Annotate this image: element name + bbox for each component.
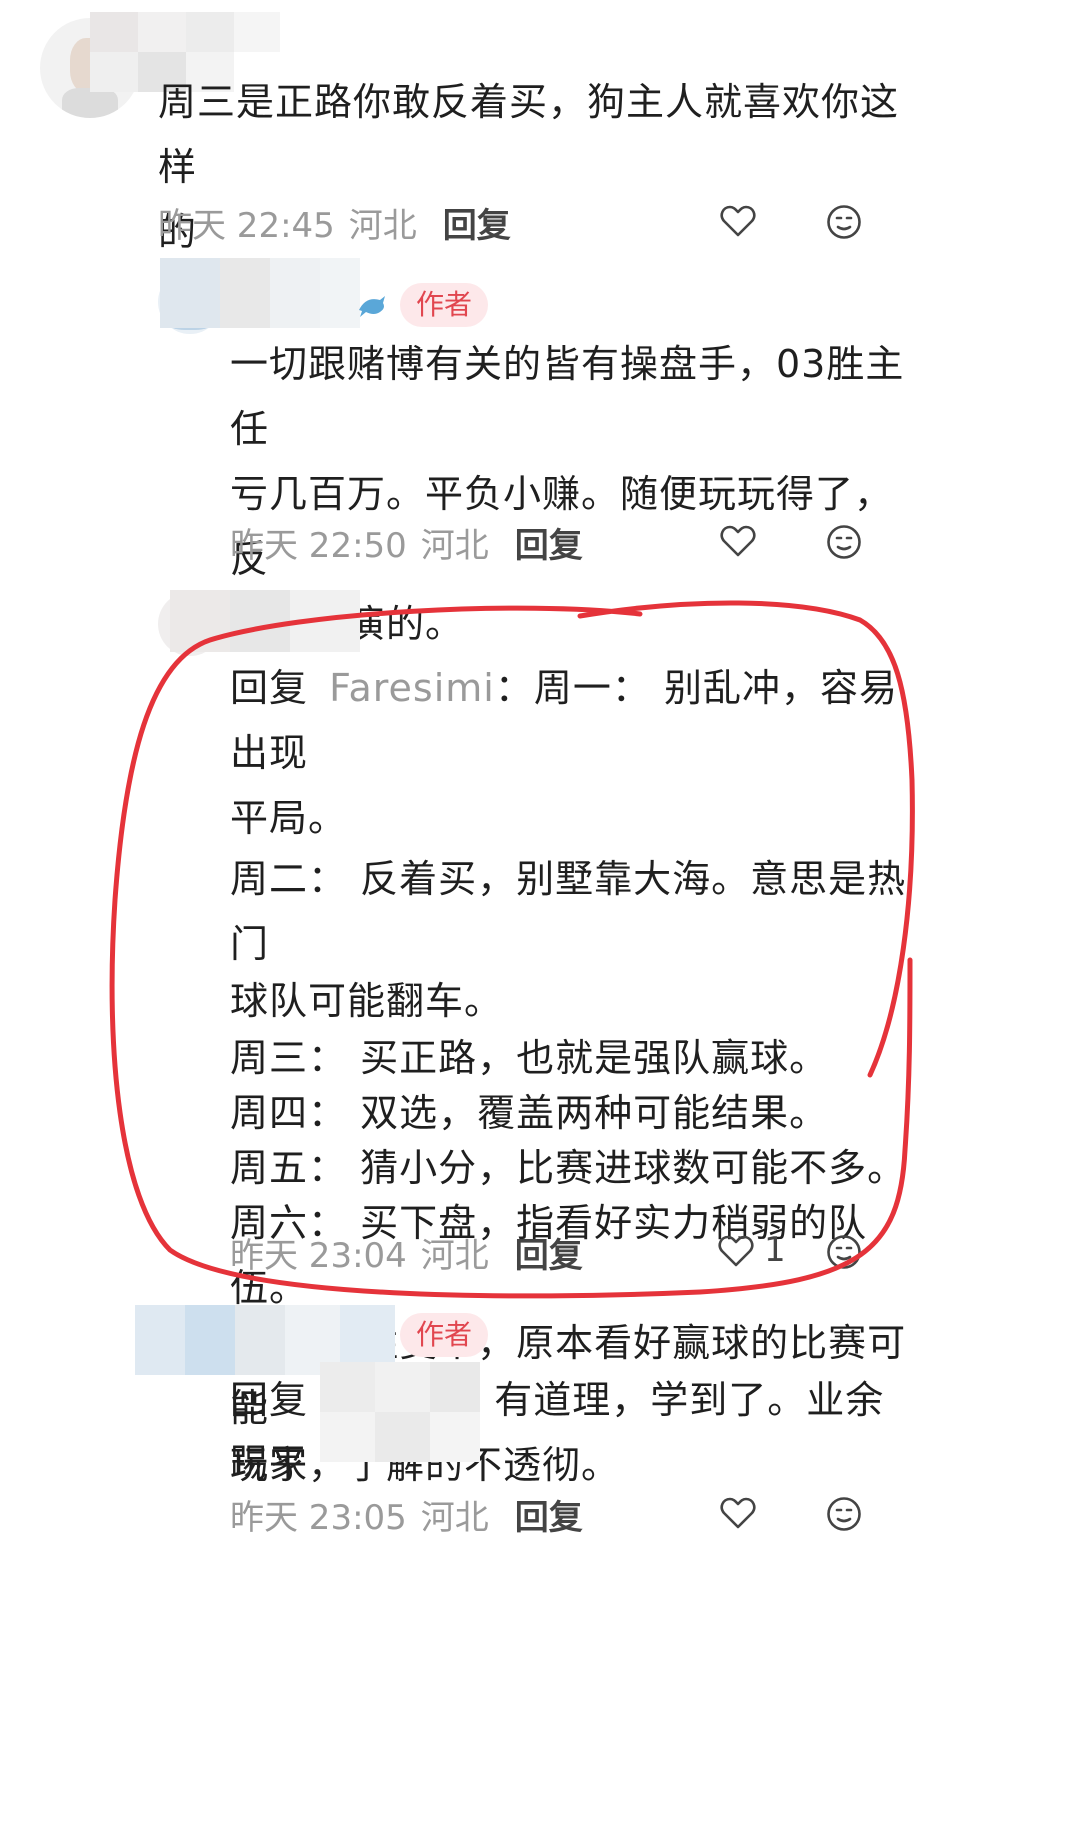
smiley-face-icon[interactable] bbox=[826, 1496, 862, 1532]
comment-meta: 昨天 23:05 河北 回复 bbox=[230, 1490, 583, 1538]
location: 河北 bbox=[420, 525, 489, 566]
reply-prefix: 回复 bbox=[230, 666, 309, 710]
author-badge: 作者 bbox=[400, 1313, 489, 1357]
comment-line-text: 有道理，学到了。业余 bbox=[494, 1378, 885, 1422]
reply-button[interactable]: 回复 bbox=[443, 198, 511, 247]
heart-outline-icon[interactable] bbox=[718, 1234, 754, 1268]
comment-line: 球队可能翻车。 bbox=[230, 979, 504, 1023]
timestamp: 昨天 23:05 bbox=[230, 1497, 407, 1538]
comment-line: 周三是正路你敢反着买，狗主人就喜欢你这样 bbox=[158, 80, 900, 189]
location: 河北 bbox=[420, 1235, 489, 1276]
smiley-face-icon[interactable] bbox=[826, 1234, 862, 1270]
comment-line: 一切跟赌博有关的皆有操盘手，03胜主任 bbox=[230, 342, 905, 451]
location: 河北 bbox=[420, 1497, 489, 1538]
username-blurred[interactable] bbox=[170, 590, 360, 652]
heart-outline-icon[interactable] bbox=[720, 524, 756, 558]
author-badge: 作者 bbox=[400, 283, 489, 327]
mention-link[interactable]: Faresimi bbox=[329, 666, 495, 710]
comment-meta: 昨天 22:50 河北 回复 bbox=[230, 518, 583, 566]
username-blurred[interactable] bbox=[160, 258, 360, 328]
timestamp: 昨天 22:50 bbox=[230, 525, 407, 566]
reply-button[interactable]: 回复 bbox=[515, 518, 583, 567]
heart-outline-icon[interactable] bbox=[720, 204, 756, 238]
reply-prefix: 回复 bbox=[230, 1378, 309, 1422]
smiley-face-icon[interactable] bbox=[826, 204, 862, 240]
reply-button[interactable]: 回复 bbox=[515, 1228, 583, 1277]
comment-meta: 昨天 22:45 河北 回复 bbox=[158, 198, 511, 246]
timestamp: 昨天 23:04 bbox=[230, 1235, 407, 1276]
like-count: 1 bbox=[764, 1230, 786, 1270]
heart-outline-icon[interactable] bbox=[720, 1496, 756, 1530]
timestamp: 昨天 22:45 bbox=[158, 205, 335, 246]
comment-line: 回复 Faresimi：周一： 别乱冲，容易出现 bbox=[230, 656, 930, 786]
comment-line: 周二： 反着买，别墅靠大海。意思是热门 bbox=[230, 857, 907, 966]
comment-meta: 昨天 23:04 河北 回复 bbox=[230, 1228, 583, 1276]
reply-button[interactable]: 回复 bbox=[515, 1490, 583, 1539]
smiley-face-icon[interactable] bbox=[826, 524, 862, 560]
comment-line: 平局。 bbox=[230, 796, 348, 840]
mention-blurred bbox=[320, 1362, 480, 1462]
dolphin-icon bbox=[359, 296, 385, 317]
location: 河北 bbox=[348, 205, 417, 246]
